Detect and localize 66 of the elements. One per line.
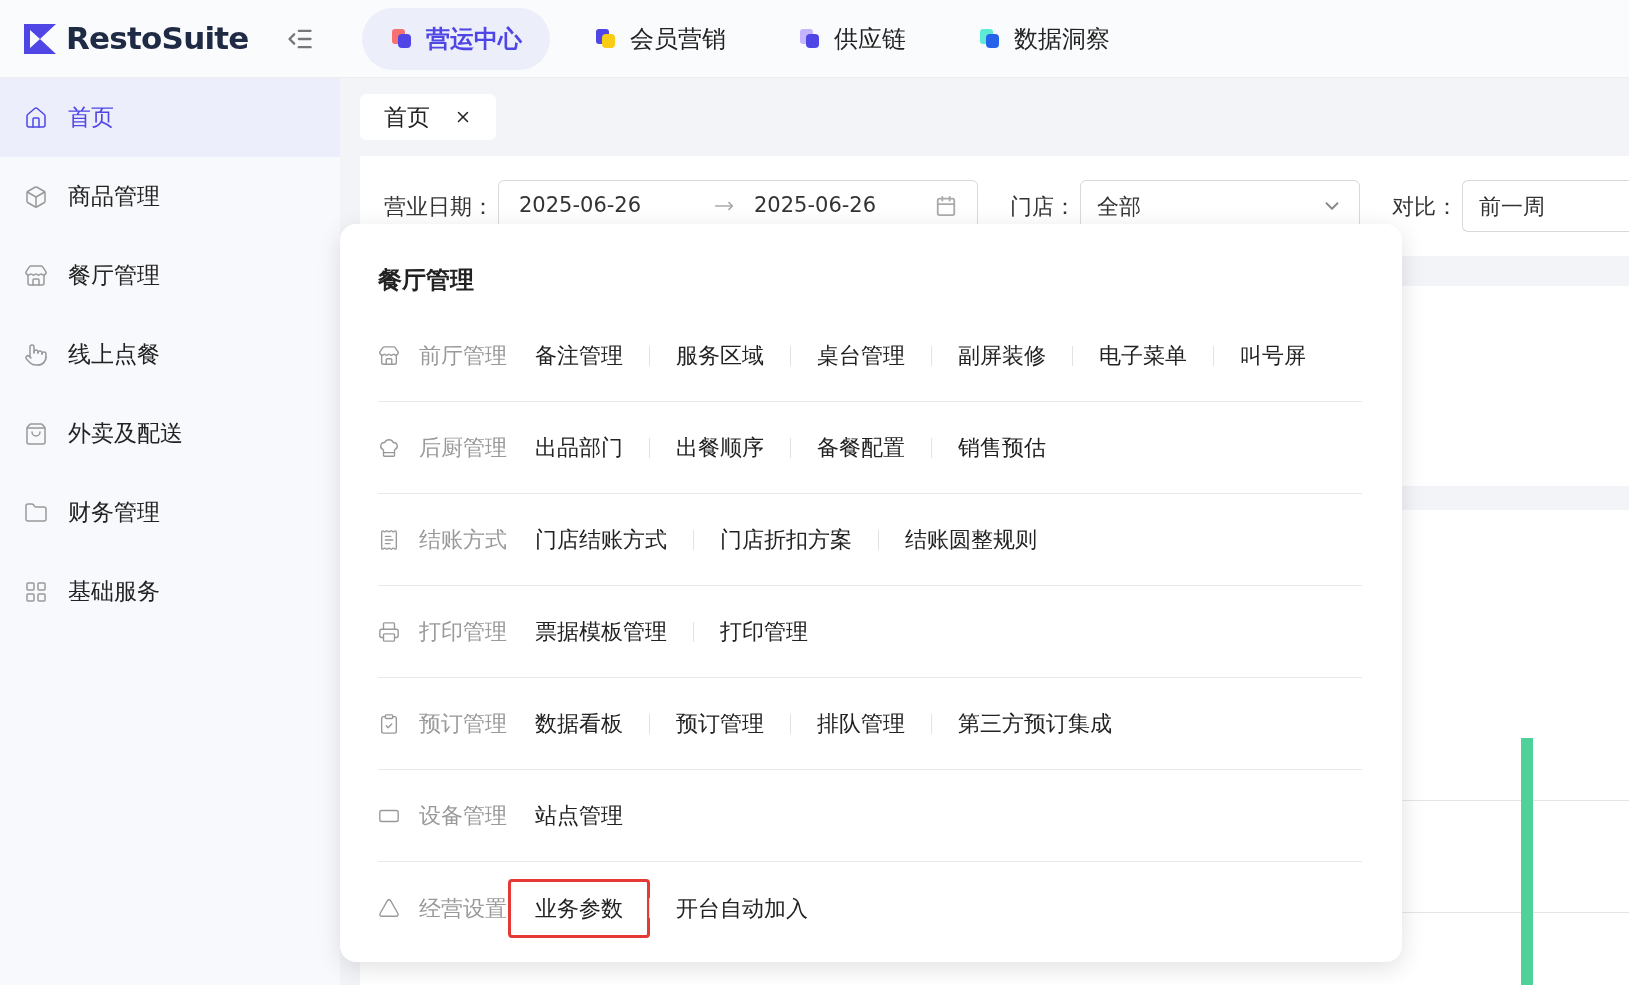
menu-link[interactable]: 排队管理: [817, 707, 905, 740]
menu-link[interactable]: 票据模板管理: [535, 615, 667, 648]
filter-label: 门店：: [1010, 192, 1076, 221]
top-nav-tab[interactable]: 会员营销: [566, 7, 754, 70]
menu-link[interactable]: 门店折扣方案: [720, 523, 852, 556]
menu-link[interactable]: 打印管理: [720, 615, 808, 648]
sidebar-item[interactable]: 商品管理: [0, 157, 340, 236]
menu-link[interactable]: 服务区域: [676, 339, 764, 372]
sidebar-item[interactable]: 外卖及配送: [0, 394, 340, 473]
menu-group-label: 打印管理: [419, 618, 508, 646]
menu-link[interactable]: 出品部门: [535, 431, 623, 464]
top-nav-tab[interactable]: 营运中心: [362, 7, 550, 70]
menu-group-icon: [378, 897, 400, 919]
menu-link[interactable]: 副屏装修: [958, 339, 1046, 372]
filter-label: 营业日期：: [384, 192, 494, 221]
sidebar-item-icon: [24, 184, 48, 209]
menu-group-icon: [378, 528, 400, 551]
compare-field[interactable]: 前一周: [1462, 180, 1629, 232]
sidebar-item-icon: [24, 421, 48, 446]
menu-link[interactable]: 数据看板: [535, 707, 623, 740]
menu-group-icon: [378, 712, 400, 735]
top-nav-tab[interactable]: 数据洞察: [950, 7, 1138, 70]
menu-link[interactable]: 备餐配置: [817, 431, 905, 464]
sidebar-item[interactable]: 财务管理: [0, 473, 340, 552]
menu-group-label: 结账方式: [419, 526, 508, 554]
menu-group-label: 预订管理: [419, 710, 508, 738]
menu-link[interactable]: 叫号屏: [1240, 339, 1306, 372]
app-logo-icon: [978, 26, 1002, 51]
app-logo-icon: [594, 26, 618, 51]
menu-link[interactable]: 备注管理: [535, 339, 623, 372]
logo-icon: [22, 21, 58, 56]
menu-title: 餐厅管理: [378, 265, 475, 296]
menu-link[interactable]: 门店结账方式: [535, 523, 667, 556]
menu-group-icon: [378, 620, 400, 643]
sidebar-item-icon: [24, 579, 48, 604]
menu-link[interactable]: 预订管理: [676, 707, 764, 740]
sidebar-item[interactable]: 基础服务: [0, 552, 340, 631]
sidebar-item[interactable]: 线上点餐: [0, 315, 340, 394]
menu-link[interactable]: 第三方预订集成: [958, 707, 1112, 740]
menu-group-icon: [378, 436, 400, 459]
app-logo-icon: [390, 26, 414, 51]
menu-link[interactable]: 站点管理: [535, 799, 623, 832]
menu-group-label: 设备管理: [419, 802, 508, 830]
menu-link[interactable]: 销售预估: [958, 431, 1046, 464]
sidebar-item[interactable]: 首页: [0, 78, 340, 157]
sidebar-item-icon: [24, 500, 48, 525]
menu-group-label: 后厨管理: [419, 434, 508, 462]
app-logo-icon: [798, 26, 822, 51]
brand-name: RestoSuite: [66, 19, 249, 59]
menu-link[interactable]: 开台自动加入: [676, 891, 808, 925]
menu-group-icon: [378, 344, 400, 367]
sidebar-item[interactable]: 餐厅管理: [0, 236, 340, 315]
top-nav-tab[interactable]: 供应链: [770, 7, 934, 70]
menu-link[interactable]: 出餐顺序: [676, 431, 764, 464]
sidebar-item-icon: [24, 263, 48, 288]
menu-group-label: 经营设置: [419, 894, 508, 923]
menu-link[interactable]: 桌台管理: [817, 339, 905, 372]
menu-link[interactable]: 业务参数: [508, 878, 650, 938]
calendar-icon: [935, 195, 957, 217]
sidebar-item-icon: [24, 105, 48, 130]
menu-group-label: 前厅管理: [419, 342, 508, 370]
sidebar-item-icon: [24, 342, 48, 367]
page-tab[interactable]: 首页: [360, 94, 496, 140]
menu-link[interactable]: 电子菜单: [1099, 339, 1187, 372]
menu-link[interactable]: 结账圆整规则: [905, 523, 1037, 556]
filter-label: 对比：: [1392, 192, 1458, 221]
